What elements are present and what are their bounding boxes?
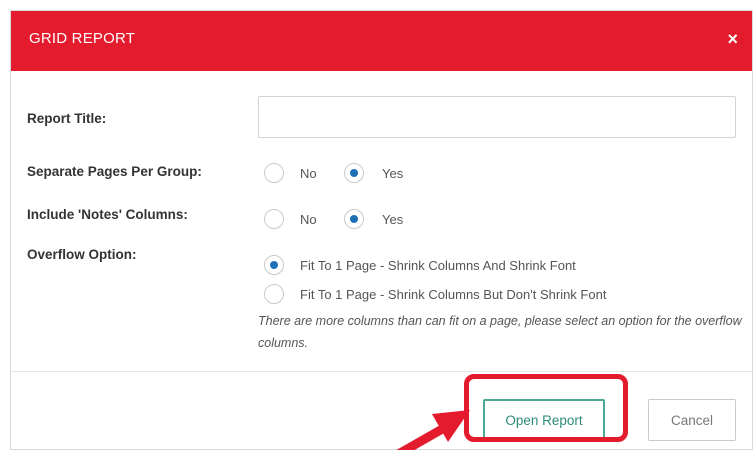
separate-pages-yes-radio[interactable] [344, 163, 364, 183]
overflow-option-1-radio[interactable] [264, 255, 284, 275]
separate-pages-yes-label: Yes [382, 166, 404, 181]
open-report-highlight-box [464, 374, 628, 442]
grid-report-dialog: GRID REPORT × Report Title: Separate Pag… [10, 10, 753, 450]
overflow-option-2-radio[interactable] [264, 284, 284, 304]
cancel-button[interactable]: Cancel [648, 399, 736, 441]
overflow-note: There are more columns than can fit on a… [258, 314, 742, 350]
separate-pages-no-radio[interactable] [264, 163, 284, 183]
dialog-header: GRID REPORT × [11, 11, 752, 71]
report-title-label: Report Title: [27, 111, 107, 126]
separate-pages-no-label: No [300, 166, 317, 181]
overflow-option-2-label: Fit To 1 Page - Shrink Columns But Don't… [300, 287, 607, 302]
include-notes-label: Include 'Notes' Columns: [27, 207, 188, 222]
include-notes-no-label: No [300, 212, 317, 227]
overflow-option-1-label: Fit To 1 Page - Shrink Columns And Shrin… [300, 258, 576, 273]
close-icon[interactable]: × [727, 29, 738, 50]
separate-pages-label: Separate Pages Per Group: [27, 164, 202, 179]
report-title-input[interactable] [258, 96, 736, 138]
footer-divider [11, 371, 752, 372]
overflow-option-label: Overflow Option: [27, 247, 137, 262]
include-notes-yes-label: Yes [382, 212, 404, 227]
dialog-title: GRID REPORT [29, 30, 136, 47]
dialog-body: Report Title: Separate Pages Per Group: … [11, 71, 752, 371]
include-notes-no-radio[interactable] [264, 209, 284, 229]
include-notes-yes-radio[interactable] [344, 209, 364, 229]
